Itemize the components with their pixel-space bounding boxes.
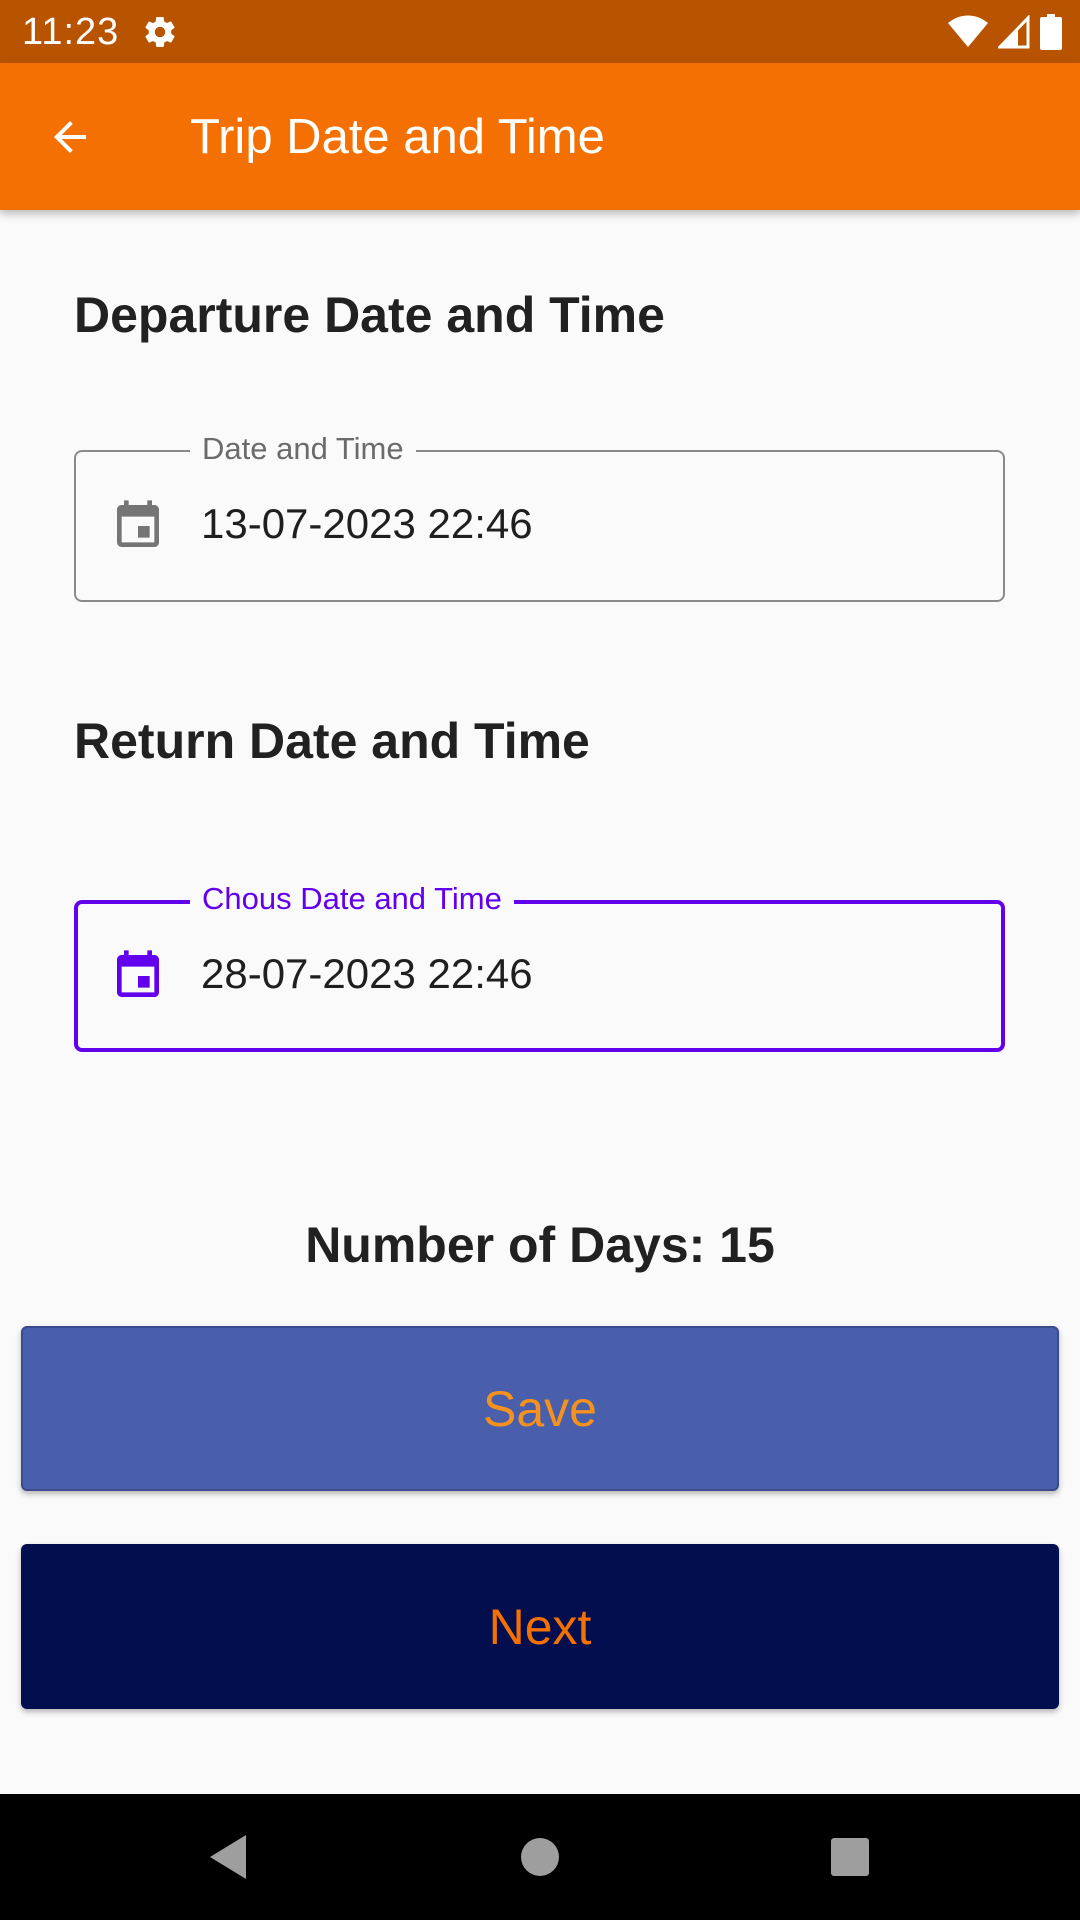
departure-datetime-value: 13-07-2023 22:46 <box>201 500 533 547</box>
recents-square-icon <box>831 1838 869 1876</box>
page-title: Trip Date and Time <box>190 110 605 164</box>
screen: 11:23 Trip Date and Time Departure Date … <box>0 0 1080 1920</box>
nav-home-button[interactable] <box>510 1827 570 1887</box>
calendar-icon <box>117 950 159 997</box>
signal-icon <box>998 15 1030 49</box>
departure-datetime-field[interactable]: Date and Time 13-07-2023 22:46 <box>74 430 1005 602</box>
return-datetime-field[interactable]: Chous Date and Time 28-07-2023 22:46 <box>74 880 1005 1052</box>
status-bar: 11:23 <box>0 0 1080 63</box>
arrow-back-icon <box>54 121 86 153</box>
system-nav-bar <box>0 1794 1080 1920</box>
home-circle-icon <box>521 1838 559 1876</box>
nav-back-button[interactable] <box>198 1827 258 1887</box>
nav-recents-button[interactable] <box>820 1827 880 1887</box>
save-button[interactable]: Save <box>21 1326 1059 1491</box>
back-button[interactable] <box>40 107 100 167</box>
return-field-label: Chous Date and Time <box>190 880 514 918</box>
status-time: 11:23 <box>22 11 120 53</box>
battery-icon <box>1040 14 1062 50</box>
wifi-icon <box>948 15 988 47</box>
settings-icon <box>145 17 175 48</box>
return-datetime-value: 28-07-2023 22:46 <box>201 950 533 997</box>
departure-heading: Departure Date and Time <box>74 287 665 343</box>
status-icons <box>948 12 1062 52</box>
back-triangle-icon <box>210 1835 246 1879</box>
next-button[interactable]: Next <box>21 1544 1059 1709</box>
calendar-icon <box>117 500 159 547</box>
return-heading: Return Date and Time <box>74 713 590 769</box>
app-bar: Trip Date and Time <box>0 63 1080 210</box>
departure-field-label: Date and Time <box>190 430 416 468</box>
days-count: Number of Days: 15 <box>305 1217 775 1273</box>
